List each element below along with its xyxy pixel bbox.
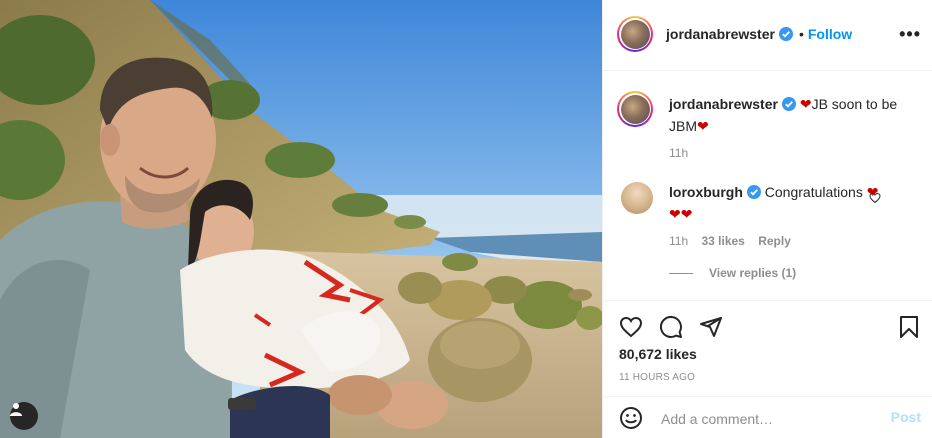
separator-dot: • bbox=[798, 26, 804, 42]
verified-badge-icon bbox=[781, 96, 796, 116]
post-header: jordanabrewster • Follow ••• bbox=[603, 0, 932, 71]
more-options-icon[interactable]: ••• bbox=[899, 25, 921, 43]
view-replies-button[interactable]: View replies (1) bbox=[709, 266, 796, 280]
beach-selfie-image bbox=[0, 0, 602, 438]
heart-icon[interactable] bbox=[619, 315, 643, 344]
share-icon[interactable] bbox=[699, 315, 723, 344]
author-username[interactable]: jordanabrewster bbox=[666, 26, 775, 42]
comment-icon[interactable] bbox=[659, 315, 683, 344]
comment-form: Post bbox=[603, 396, 932, 438]
emoji-icon[interactable] bbox=[619, 406, 643, 435]
post-comment-button[interactable]: Post bbox=[891, 409, 921, 425]
heart-emoji-icon: ❤ bbox=[697, 118, 709, 134]
commenter-avatar[interactable] bbox=[621, 182, 653, 214]
post-time-ago[interactable]: 11 HOURS AGO bbox=[619, 372, 695, 383]
verified-badge-icon bbox=[778, 27, 793, 46]
replies-divider bbox=[669, 273, 693, 274]
post-sidebar: jordanabrewster • Follow ••• jordanabrewst… bbox=[602, 0, 932, 438]
comment-like-icon[interactable] bbox=[869, 191, 881, 209]
verified-badge-icon bbox=[746, 184, 761, 204]
comment-input[interactable] bbox=[659, 408, 883, 430]
action-bar bbox=[603, 300, 932, 338]
caption-time[interactable]: 11h bbox=[669, 146, 688, 160]
caption-author-username[interactable]: jordanabrewster bbox=[669, 96, 778, 112]
author-avatar[interactable] bbox=[617, 16, 653, 52]
save-icon[interactable] bbox=[897, 315, 921, 344]
post-photo[interactable] bbox=[0, 0, 602, 438]
comment-text: Congratulations bbox=[764, 184, 863, 200]
heart-emoji-icon: ❤❤ bbox=[669, 206, 693, 222]
caption-author-avatar[interactable] bbox=[617, 91, 653, 127]
user-tag-icon[interactable] bbox=[10, 402, 38, 430]
likes-count[interactable]: 80,672 likes bbox=[619, 346, 697, 362]
heart-emoji-icon: ❤ bbox=[799, 96, 812, 112]
follow-button[interactable]: Follow bbox=[808, 26, 852, 42]
comment-time[interactable]: 11h bbox=[669, 234, 688, 248]
reply-button[interactable]: Reply bbox=[758, 234, 791, 248]
commenter-username[interactable]: loroxburgh bbox=[669, 184, 743, 200]
comment-likes[interactable]: 33 likes bbox=[701, 234, 744, 248]
